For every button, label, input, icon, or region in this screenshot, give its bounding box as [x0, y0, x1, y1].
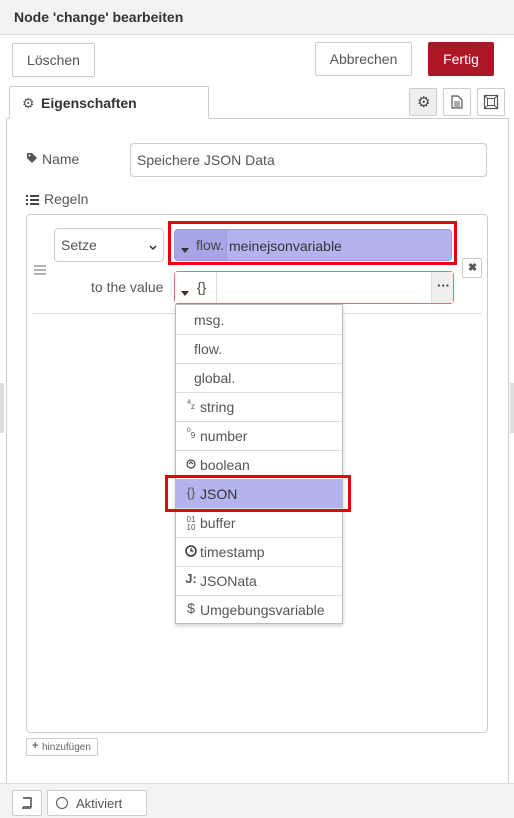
delete-button[interactable]: Löschen: [12, 43, 95, 77]
delete-button-label: Löschen: [27, 52, 80, 68]
value-field[interactable]: {} ···: [174, 271, 454, 304]
menu-item-label: msg.: [194, 312, 225, 328]
json-highlight: [165, 475, 351, 512]
drag-handle-icon[interactable]: [34, 262, 46, 275]
menu-item-label: global.: [194, 370, 236, 386]
enabled-label: Aktiviert: [76, 796, 123, 811]
menu-item-label: string: [200, 399, 235, 415]
plus-icon: +: [32, 740, 39, 752]
cancel-button-label: Abbrechen: [329, 51, 398, 67]
clock-icon: [183, 545, 199, 560]
add-rule-button[interactable]: + hinzufügen: [26, 738, 98, 756]
target-value: meinejsonvariable: [229, 238, 342, 254]
rule-action-value: Setze: [61, 237, 97, 253]
menu-item-msg[interactable]: msg.: [176, 305, 342, 335]
tab-appearance[interactable]: [477, 88, 505, 116]
rules-label: Regeln: [44, 191, 89, 207]
expand-editor-button[interactable]: ···: [431, 272, 453, 303]
name-input-value: Speichere JSON Data: [137, 152, 275, 168]
done-button-label: Fertig: [443, 51, 479, 67]
name-label: Name: [42, 151, 80, 167]
left-resize-handle[interactable]: [0, 383, 4, 433]
tab-description[interactable]: [443, 88, 471, 116]
enabled-toggle[interactable]: Aktiviert: [47, 790, 147, 816]
menu-item-buffer[interactable]: 01 10 buffer: [176, 508, 342, 538]
menu-item-label: JSONata: [200, 573, 257, 589]
menu-item-number[interactable]: ⁰9 number: [176, 421, 342, 451]
boolean-icon: [183, 458, 199, 472]
type-dropdown-menu: msg. flow. global. ᵃz string ⁰9 number b…: [175, 304, 343, 624]
target-field[interactable]: flow. meinejsonvariable: [174, 229, 452, 261]
target-type-button[interactable]: flow.: [175, 230, 227, 260]
caret-down-icon: [181, 241, 189, 257]
menu-item-label: number: [200, 428, 248, 444]
jsonata-icon: J:: [185, 571, 197, 586]
remove-rule-button[interactable]: ✖: [462, 258, 482, 278]
dialog-title-bar: Node 'change' bearbeiten: [0, 0, 514, 35]
close-icon: ✖: [468, 262, 478, 274]
done-button[interactable]: Fertig: [428, 42, 494, 76]
help-button[interactable]: [12, 790, 42, 816]
gear-icon: ⚙: [417, 94, 431, 111]
gear-icon: ⚙: [22, 95, 35, 111]
menu-item-string[interactable]: ᵃz string: [176, 392, 342, 422]
menu-item-label: timestamp: [200, 544, 265, 560]
book-icon: [22, 797, 32, 809]
dollar-icon: $: [187, 600, 195, 616]
list-icon: [26, 193, 39, 209]
value-type-label: {}: [197, 279, 207, 295]
cancel-button[interactable]: Abbrechen: [315, 42, 412, 76]
menu-item-label: buffer: [200, 515, 236, 531]
circle-icon: [56, 797, 68, 809]
menu-item-label: Umgebungsvariable: [200, 602, 325, 618]
value-type-button[interactable]: {}: [175, 272, 217, 303]
add-rule-label: hinzufügen: [42, 742, 91, 753]
dialog-title: Node 'change' bearbeiten: [14, 9, 184, 25]
menu-item-label: flow.: [194, 341, 223, 357]
right-resize-handle[interactable]: [510, 383, 514, 433]
name-input[interactable]: Speichere JSON Data: [130, 143, 487, 177]
menu-item-jsonata[interactable]: J: JSONata: [176, 566, 342, 596]
document-icon: [451, 95, 463, 109]
target-type-label: flow.: [196, 237, 225, 253]
buffer-icon: 01 10: [186, 515, 196, 532]
menu-item-flow[interactable]: flow.: [176, 334, 342, 364]
tab-properties[interactable]: ⚙ Eigenschaften: [9, 86, 209, 119]
frame-icon: [483, 94, 499, 110]
tab-properties-label: Eigenschaften: [41, 95, 137, 111]
number-icon: ⁰9: [186, 427, 196, 440]
to-value-label: to the value: [91, 279, 164, 295]
string-icon: ᵃz: [187, 398, 195, 411]
chevron-down-icon: [149, 238, 157, 254]
menu-item-global[interactable]: global.: [176, 363, 342, 393]
ellipsis-icon: ···: [437, 278, 450, 293]
tab-settings[interactable]: ⚙: [409, 88, 437, 116]
tag-icon: [26, 151, 38, 167]
menu-item-timestamp[interactable]: timestamp: [176, 537, 342, 567]
menu-item-label: boolean: [200, 457, 250, 473]
rule-action-select[interactable]: Setze: [54, 228, 164, 262]
menu-item-env[interactable]: $ Umgebungsvariable: [176, 595, 342, 624]
caret-down-icon: [181, 284, 189, 300]
